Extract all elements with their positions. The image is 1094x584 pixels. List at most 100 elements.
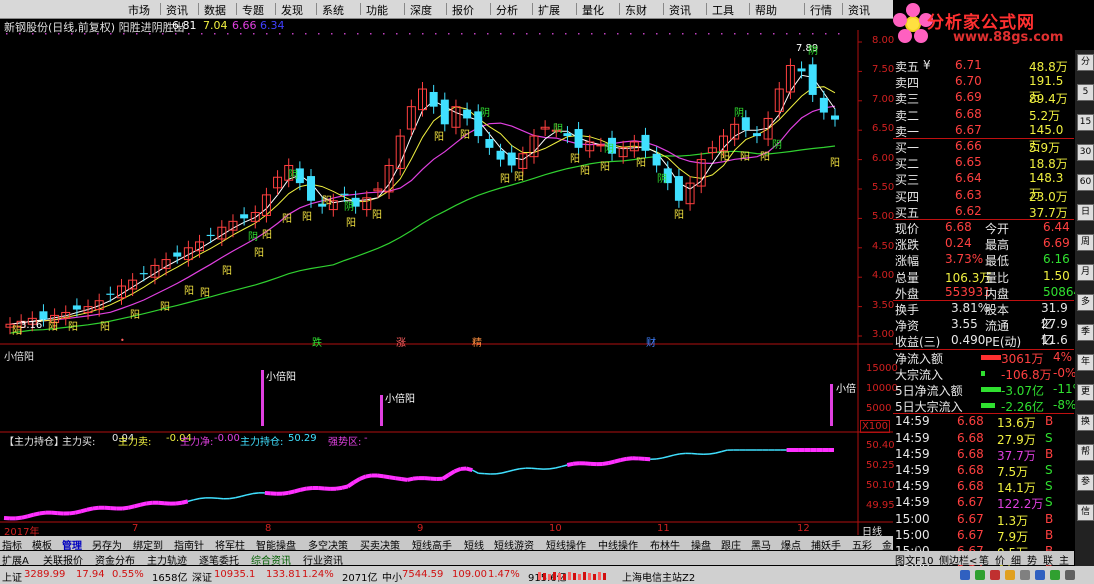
flow-bar — [981, 370, 985, 376]
menu-item-9[interactable]: 分析 — [496, 2, 518, 18]
quote-row: 现价 6.68 今开 6.44 — [893, 220, 1074, 236]
indicator-tab-16[interactable]: 操盘 — [691, 537, 711, 552]
menu-item-0[interactable]: 市场 — [128, 2, 150, 18]
side-tab-6[interactable]: 周 — [1077, 234, 1094, 251]
side-tab-8[interactable]: 多 — [1077, 294, 1094, 311]
side-tab-14[interactable]: 参 — [1077, 474, 1094, 491]
extension-tab-4[interactable]: 逐笔委托 — [199, 552, 239, 567]
menu-item-4[interactable]: 发现 — [281, 2, 303, 18]
indicator-tab-11[interactable]: 短线 — [464, 537, 484, 552]
status-tray-icon[interactable] — [990, 570, 1000, 580]
indicator-tab-10[interactable]: 短线高手 — [412, 537, 452, 552]
candle — [752, 133, 761, 137]
status-tray-icon[interactable] — [1020, 570, 1030, 580]
indicator-tab-6[interactable]: 将军柱 — [215, 537, 245, 552]
side-tab-15[interactable]: 信 — [1077, 504, 1094, 521]
side-tab-1[interactable]: 5 — [1077, 84, 1094, 101]
extension-tab-5[interactable]: 综合资讯 — [251, 552, 291, 567]
status-tray-icon[interactable] — [1005, 570, 1015, 580]
holding-line — [614, 458, 622, 464]
indicator-tab-1[interactable]: 模板 — [32, 537, 52, 552]
menu-item-14[interactable]: 工具 — [712, 2, 734, 18]
menu-item-2[interactable]: 数据 — [204, 2, 226, 18]
extension-tab-3[interactable]: 主力轨迹 — [147, 552, 187, 567]
side-tab-0[interactable]: 分 — [1077, 54, 1094, 71]
side-tab-10[interactable]: 年 — [1077, 354, 1094, 371]
right-tab-3[interactable]: 势 — [1027, 552, 1037, 567]
status-tray-icon[interactable] — [975, 570, 985, 580]
indicator-tab-19[interactable]: 爆点 — [781, 537, 801, 552]
indicator-tab-7[interactable]: 智能操盘 — [256, 537, 296, 552]
status-tray-icon[interactable] — [1035, 570, 1045, 580]
menu-item-16[interactable]: 行情 — [810, 2, 832, 18]
kline-chart[interactable] — [0, 30, 893, 535]
indicator-tab-20[interactable]: 捕妖手 — [811, 537, 841, 552]
right-tab-4[interactable]: 联 — [1043, 552, 1053, 567]
status-sh-amt: 1658亿 — [152, 573, 188, 584]
side-tab-13[interactable]: 帮 — [1077, 444, 1094, 461]
side-tab-5[interactable]: 日 — [1077, 204, 1094, 221]
yang-label: 阳 — [600, 162, 610, 173]
menu-item-1[interactable]: 资讯 — [166, 2, 188, 18]
indicator-tab-0[interactable]: 指标 — [2, 537, 22, 552]
status-tray-icon[interactable] — [960, 570, 970, 580]
menu-item-8[interactable]: 报价 — [452, 2, 474, 18]
extension-tab-2[interactable]: 资金分布 — [95, 552, 135, 567]
indicator-tab-9[interactable]: 买卖决策 — [360, 537, 400, 552]
indicator-tab-15[interactable]: 布林牛 — [650, 537, 680, 552]
side-tab-9[interactable]: 季 — [1077, 324, 1094, 341]
extension-tab-6[interactable]: 行业资讯 — [303, 552, 343, 567]
side-tab-12[interactable]: 换 — [1077, 414, 1094, 431]
status-sh-chg: 17.94 — [76, 569, 105, 580]
right-tab-1[interactable]: 价 — [995, 552, 1005, 567]
menu-item-5[interactable]: 系统 — [322, 2, 344, 18]
menu-item-12[interactable]: 东财 — [625, 2, 647, 18]
right-tab-2[interactable]: 细 — [1011, 552, 1021, 567]
sub2-item-label: 主力卖: — [118, 437, 152, 448]
side-tab-3[interactable]: 30 — [1077, 144, 1094, 161]
indicator-tab-4[interactable]: 绑定到 — [133, 537, 163, 552]
menu-item-6[interactable]: 功能 — [366, 2, 388, 18]
side-tab-7[interactable]: 月 — [1077, 264, 1094, 281]
yin-label: 阴 — [657, 174, 667, 185]
candle — [307, 176, 316, 201]
holding-line — [193, 497, 200, 501]
top-dot — [526, 33, 528, 35]
menu-item-3[interactable]: 专题 — [242, 2, 264, 18]
indicator-tab-18[interactable]: 黑马 — [751, 537, 771, 552]
indicator-tab-12[interactable]: 短线游资 — [494, 537, 534, 552]
status-mini-bar — [578, 574, 581, 580]
indicator-tab-13[interactable]: 短线操作 — [546, 537, 586, 552]
right-tab-0[interactable]: 笔 — [979, 552, 989, 567]
menu-item-11[interactable]: 量化 — [582, 2, 604, 18]
menu-item-7[interactable]: 深度 — [410, 2, 432, 18]
indicator-tab-2[interactable]: 管理 — [62, 537, 82, 552]
right-tab-5[interactable]: 主 — [1059, 552, 1069, 567]
top-dot — [565, 33, 567, 35]
menu-item-15[interactable]: 帮助 — [755, 2, 777, 18]
top-dot — [357, 33, 359, 35]
status-tray-icon[interactable] — [1050, 570, 1060, 580]
menu-item-13[interactable]: 资讯 — [669, 2, 691, 18]
side-tab-4[interactable]: 60 — [1077, 174, 1094, 191]
indicator-tab-14[interactable]: 中线操作 — [598, 537, 638, 552]
indicator-tab-21[interactable]: 五彩 — [852, 537, 872, 552]
menu-separator — [160, 3, 161, 15]
menu-item-10[interactable]: 扩展 — [538, 2, 560, 18]
extension-tab-1[interactable]: 关联报价 — [43, 552, 83, 567]
indicator-tab-5[interactable]: 指南针 — [174, 537, 204, 552]
holding-line — [139, 501, 147, 507]
status-tray-icon[interactable] — [1065, 570, 1075, 580]
f10-button[interactable]: 图文F10 — [895, 552, 933, 567]
indicator-tab-8[interactable]: 多空决策 — [308, 537, 348, 552]
extension-toolbar: 扩展A 关联报价 资金分布 主力轨迹 逐笔委托 综合资讯 行业资讯 — [0, 551, 893, 567]
menu-item-17[interactable]: 资讯 — [848, 2, 870, 18]
indicator-tab-17[interactable]: 跟庄 — [721, 537, 741, 552]
extension-tab-0[interactable]: 扩展A — [2, 552, 29, 567]
status-mini-bar — [573, 573, 576, 580]
side-tab-11[interactable]: 更 — [1077, 384, 1094, 401]
quote-row: 买三 6.64 148.3万 — [893, 171, 1074, 201]
side-tab-2[interactable]: 15 — [1077, 114, 1094, 131]
sidebar-toggle[interactable]: 侧边栏< — [939, 552, 977, 567]
indicator-tab-3[interactable]: 另存为 — [92, 537, 122, 552]
